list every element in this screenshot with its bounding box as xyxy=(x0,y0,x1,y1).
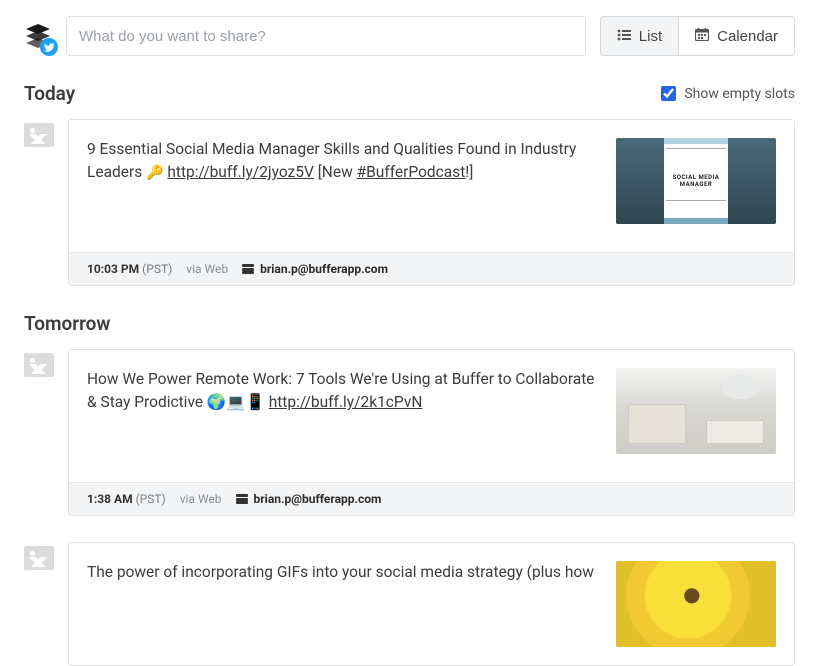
post-author: brian.p@bufferapp.com xyxy=(242,262,388,276)
show-empty-slots-checkbox[interactable] xyxy=(661,86,676,101)
view-list-button[interactable]: List xyxy=(600,16,679,56)
emoji-group: 🌍💻📱 xyxy=(207,393,265,411)
post-thumbnail xyxy=(616,138,776,224)
post-text: 9 Essential Social Media Manager Skills … xyxy=(87,138,598,224)
key-icon: 🔑 xyxy=(146,165,163,181)
image-placeholder-icon xyxy=(24,123,54,147)
post-card[interactable]: The power of incorporating GIFs into you… xyxy=(68,542,795,666)
post-thumbnail xyxy=(616,368,776,454)
post-card[interactable]: 9 Essential Social Media Manager Skills … xyxy=(68,119,795,286)
show-empty-slots-label: Show empty slots xyxy=(684,86,795,102)
section-today-title: Today xyxy=(24,82,75,105)
post-link[interactable]: http://buff.ly/2k1cPvN xyxy=(269,393,423,411)
buffer-icon xyxy=(242,264,254,274)
composer-input[interactable] xyxy=(66,16,586,56)
view-calendar-button[interactable]: Calendar xyxy=(679,16,795,56)
image-placeholder-icon xyxy=(24,546,54,570)
post-text: How We Power Remote Work: 7 Tools We're … xyxy=(87,368,598,454)
post-thumbnail xyxy=(616,561,776,647)
post-source: via Web xyxy=(186,262,228,276)
section-tomorrow-title: Tomorrow xyxy=(24,312,110,335)
buffer-icon xyxy=(236,494,248,504)
post-author: brian.p@bufferapp.com xyxy=(236,492,382,506)
show-empty-slots-toggle[interactable]: Show empty slots xyxy=(661,86,795,102)
post-text: The power of incorporating GIFs into you… xyxy=(87,561,598,647)
brand-logo xyxy=(24,22,52,50)
post-card[interactable]: How We Power Remote Work: 7 Tools We're … xyxy=(68,349,795,516)
post-source: via Web xyxy=(180,492,222,506)
post-link[interactable]: http://buff.ly/2jyoz5V xyxy=(167,163,313,181)
view-calendar-label: Calendar xyxy=(717,28,778,45)
list-icon xyxy=(617,28,631,45)
post-time: 10:03 PM (PST) xyxy=(87,262,172,276)
calendar-icon xyxy=(695,28,709,45)
post-time: 1:38 AM (PST) xyxy=(87,492,166,506)
twitter-icon xyxy=(40,38,58,56)
image-placeholder-icon xyxy=(24,353,54,377)
post-hashtag[interactable]: #BufferPodcast xyxy=(357,163,466,181)
view-list-label: List xyxy=(639,28,662,45)
